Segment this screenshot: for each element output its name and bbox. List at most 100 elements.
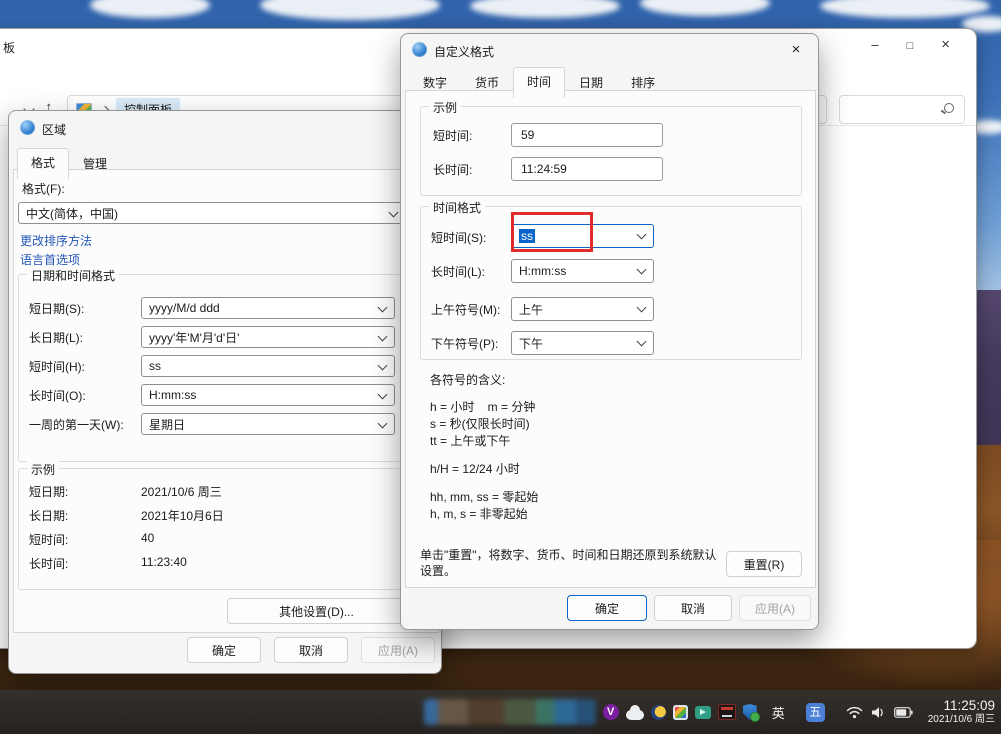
search-icon	[944, 103, 954, 113]
close-button[interactable]	[941, 37, 950, 54]
ok-button[interactable]: 确定	[187, 637, 261, 663]
symbol-line	[430, 450, 538, 461]
chevron-down-icon	[378, 361, 388, 371]
symbols-legend: h = 小时 m = 分钟 s = 秒(仅限长时间) tt = 上午或下午 h/…	[430, 399, 538, 523]
photos-icon[interactable]	[673, 705, 688, 720]
tab-time[interactable]: 时间	[513, 67, 565, 98]
short-time-combobox[interactable]: ss	[141, 355, 395, 377]
ime-mode-indicator[interactable]: 五	[806, 703, 825, 722]
combobox-value: 星期日	[149, 416, 185, 433]
long-date-example-value: 2021年10月6日	[141, 507, 224, 524]
group-legend: 示例	[429, 99, 461, 116]
chevron-down-icon	[637, 303, 647, 313]
symbol-line: hh, mm, ss = 零起始	[430, 489, 538, 506]
short-date-example-label: 短日期:	[29, 483, 68, 500]
combobox-value: 上午	[519, 301, 543, 318]
tab-currency[interactable]: 货币	[461, 68, 513, 97]
chevron-down-icon	[389, 208, 399, 218]
clock-time: 11:25:09	[928, 698, 995, 714]
censored-taskbar-icons	[424, 699, 596, 725]
cancel-button[interactable]: 取消	[654, 595, 732, 621]
long-time-combobox[interactable]: H:mm:ss	[141, 384, 395, 406]
tab-sort[interactable]: 排序	[617, 68, 669, 97]
long-time-format-combobox[interactable]: H:mm:ss	[511, 259, 654, 283]
symbol-line: h = 小时 m = 分钟	[430, 399, 538, 416]
quick-settings[interactable]	[846, 706, 913, 719]
tab-number[interactable]: 数字	[409, 68, 461, 97]
chevron-down-icon	[637, 265, 647, 275]
combobox-value: H:mm:ss	[149, 388, 196, 402]
time-tab-page: 示例 短时间: 59 长时间: 11:24:59 时间格式 短时间(S): ss…	[405, 90, 816, 588]
datetime-format-group: 日期和时间格式 短日期(S): yyyy/M/d ddd 长日期(L): yyy…	[18, 274, 402, 462]
red-highlight-annotation	[511, 212, 593, 252]
video-app-icon[interactable]	[695, 706, 711, 719]
field-value: 11:24:59	[521, 162, 567, 176]
example-group: 示例 短日期: 2021/10/6 周三 长日期: 2021年10月6日 短时间…	[18, 468, 402, 590]
security-shield-icon[interactable]	[743, 704, 757, 720]
minimize-button[interactable]	[871, 37, 878, 54]
pm-symbol-combobox[interactable]: 下午	[511, 331, 654, 355]
clock-date: 2021/10/6 周三	[928, 714, 995, 726]
long-date-combobox[interactable]: yyyy'年'M'月'd'日'	[141, 326, 395, 348]
symbol-line: h/H = 12/24 小时	[430, 461, 538, 478]
weather-icon[interactable]	[651, 705, 666, 720]
short-date-example-value: 2021/10/6 周三	[141, 483, 222, 500]
dialog-title: 自定义格式	[434, 43, 494, 60]
short-time-format-label: 短时间(S):	[431, 229, 486, 246]
customize-globe-icon	[412, 42, 427, 57]
close-icon[interactable]	[786, 40, 806, 60]
onedrive-cloud-icon[interactable]	[626, 710, 644, 720]
symbols-meaning-title: 各符号的含义:	[430, 371, 505, 388]
chevron-down-icon	[637, 337, 647, 347]
customize-format-dialog: 自定义格式 数字 货币 时间 日期 排序 示例 短时间: 59 长时间: 11:…	[400, 33, 819, 630]
am-symbol-label: 上午符号(M):	[431, 301, 500, 318]
tab-date[interactable]: 日期	[565, 68, 617, 97]
chevron-down-icon	[637, 230, 647, 240]
apply-button[interactable]: 应用(A)	[361, 637, 435, 663]
ime-language-indicator[interactable]: 英	[772, 703, 785, 722]
additional-settings-button[interactable]: 其他设置(D)...	[227, 598, 406, 624]
short-time-example-value: 40	[141, 531, 154, 545]
pm-symbol-label: 下午符号(P):	[431, 335, 498, 352]
first-day-label: 一周的第一天(W):	[29, 416, 124, 433]
v-app-icon[interactable]	[603, 704, 619, 720]
cancel-button[interactable]: 取消	[274, 637, 348, 663]
system-tray: 英 五 11:25:09 20	[424, 690, 995, 734]
long-time-label: 长时间(O):	[29, 387, 86, 404]
short-date-label: 短日期(S):	[29, 300, 84, 317]
display-app-icon[interactable]	[718, 704, 736, 720]
maximize-button[interactable]	[907, 37, 914, 54]
change-sort-link[interactable]: 更改排序方法	[20, 232, 92, 249]
time-format-group: 时间格式 短时间(S): ss 长时间(L): H:mm:ss 上午符号(M):…	[420, 206, 802, 360]
short-time-sample-label: 短时间:	[433, 127, 472, 144]
window-title: 板	[3, 39, 15, 56]
ok-button[interactable]: 确定	[567, 595, 647, 621]
format-combobox[interactable]: 中文(简体，中国)	[18, 202, 406, 224]
first-day-combobox[interactable]: 星期日	[141, 413, 395, 435]
tab-format[interactable]: 格式	[17, 148, 69, 179]
long-time-sample-field[interactable]: 11:24:59	[511, 157, 663, 181]
am-symbol-combobox[interactable]: 上午	[511, 297, 654, 321]
window-controls	[871, 37, 950, 54]
short-time-example-label: 短时间:	[29, 531, 68, 548]
reset-button[interactable]: 重置(R)	[726, 551, 802, 577]
battery-icon	[894, 707, 913, 718]
long-time-example-value: 11:23:40	[141, 555, 187, 569]
group-legend: 日期和时间格式	[27, 267, 119, 284]
field-value: 59	[521, 128, 534, 142]
short-date-combobox[interactable]: yyyy/M/d ddd	[141, 297, 395, 319]
language-preferences-link[interactable]: 语言首选项	[20, 251, 80, 268]
apply-button[interactable]: 应用(A)	[739, 595, 811, 621]
taskbar-clock[interactable]: 11:25:09 2021/10/6 周三	[928, 698, 995, 725]
combobox-value: H:mm:ss	[519, 264, 566, 278]
combobox-value: 下午	[519, 335, 543, 352]
short-time-sample-field[interactable]: 59	[511, 123, 663, 147]
region-dialog: 区域 格式 管理 格式(F): 中文(简体，中国) 更改排序方法 语言首选项 日…	[8, 110, 442, 674]
symbol-line: tt = 上午或下午	[430, 433, 538, 450]
search-input[interactable]	[839, 95, 965, 124]
format-tab-page: 格式(F): 中文(简体，中国) 更改排序方法 语言首选项 日期和时间格式 短日…	[13, 169, 439, 633]
tab-administrative[interactable]: 管理	[69, 149, 121, 178]
wifi-icon	[846, 706, 863, 719]
chevron-down-icon	[378, 303, 388, 313]
chevron-down-icon	[378, 419, 388, 429]
